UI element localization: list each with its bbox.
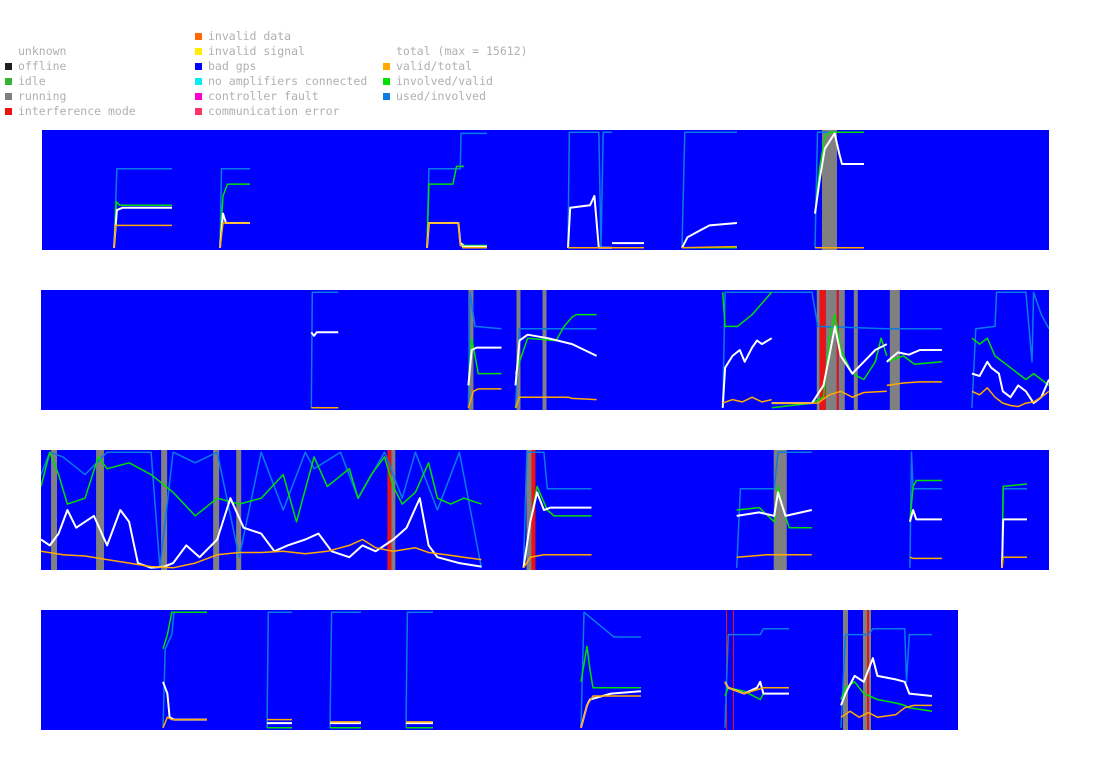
legend-used-involved: used/involved (383, 89, 486, 104)
legend-swatch (5, 93, 12, 100)
status-band-running (889, 290, 900, 410)
legend-offline: offline (5, 59, 66, 74)
legend-running: running (5, 89, 66, 104)
plot-row-2-svg (41, 290, 1049, 410)
legend-interference-mode: interference mode (5, 104, 136, 119)
status-band-running (542, 290, 547, 410)
legend-swatch (195, 108, 202, 115)
plot-row-2 (41, 290, 1049, 410)
legend-idle: idle (5, 74, 46, 89)
plot-row-1-svg (42, 130, 1049, 250)
plot-row-3-svg (41, 450, 1049, 570)
plot-row-4-svg (41, 610, 958, 730)
legend-swatch (383, 48, 390, 55)
status-band-interference-mode (819, 290, 826, 410)
legend-swatch (383, 63, 390, 70)
legend: unknown offline idle running interferenc… (0, 0, 1095, 125)
legend-communication-error: communication error (195, 104, 340, 119)
legend-swatch (195, 63, 202, 70)
status-band-running (853, 290, 858, 410)
status-band-running (96, 450, 105, 570)
legend-involved-valid: involved/valid (383, 74, 493, 89)
legend-invalid-signal: invalid signal (195, 44, 305, 59)
legend-total: total (max = 15612) (383, 44, 528, 59)
plot-row-4 (41, 610, 958, 730)
status-band-running (526, 450, 532, 570)
legend-unknown: unknown (5, 44, 66, 59)
legend-valid-total: valid/total (383, 59, 472, 74)
legend-swatch (383, 93, 390, 100)
status-band-interference-mode (733, 610, 734, 730)
legend-swatch (383, 78, 390, 85)
legend-swatch (195, 48, 202, 55)
legend-controller-fault: controller fault (195, 89, 319, 104)
legend-no-amplifiers-connected: no amplifiers connected (195, 74, 367, 89)
legend-swatch (195, 78, 202, 85)
legend-invalid-data: invalid data (195, 29, 291, 44)
plot-background (42, 130, 1049, 250)
plot-row-1 (42, 130, 1049, 250)
legend-swatch (5, 63, 12, 70)
legend-swatch (5, 78, 12, 85)
legend-swatch (195, 33, 202, 40)
legend-bad-gps: bad gps (195, 59, 256, 74)
plot-row-3 (41, 450, 1049, 570)
status-band-running (213, 450, 220, 570)
plot-background (41, 610, 958, 730)
legend-swatch (5, 108, 12, 115)
legend-swatch (5, 48, 12, 55)
legend-swatch (195, 93, 202, 100)
